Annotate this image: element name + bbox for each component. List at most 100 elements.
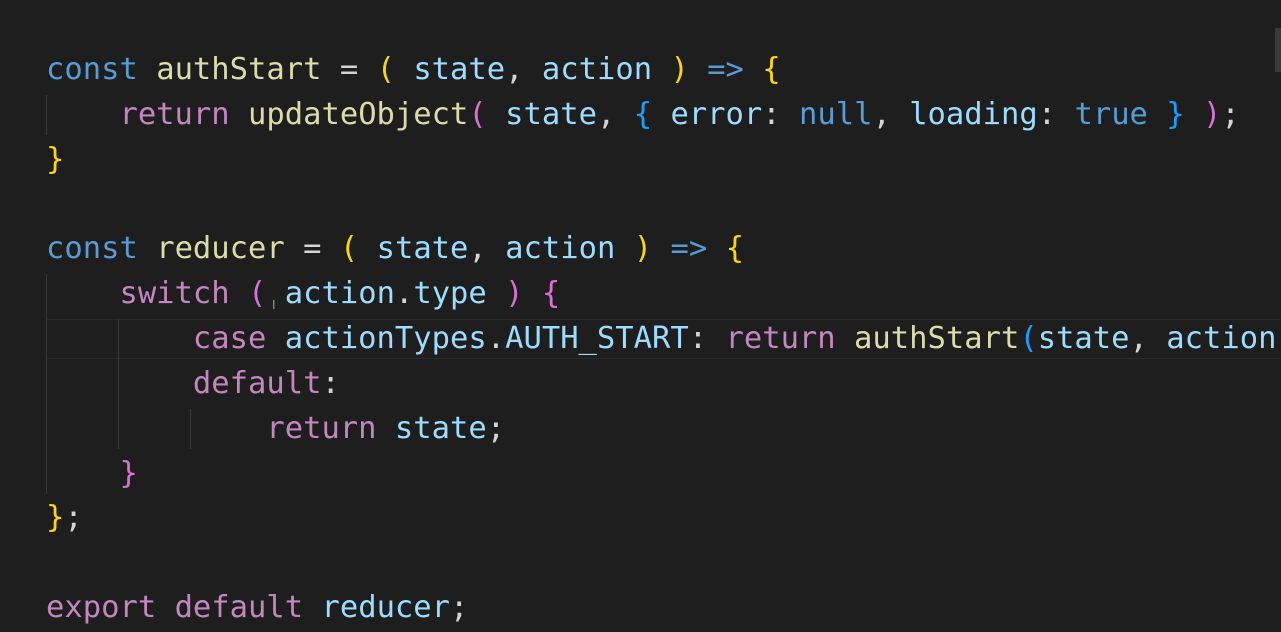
code-token: .: [394, 276, 414, 311]
code-token: state: [1037, 321, 1130, 356]
code-token: ,: [596, 97, 634, 132]
code-token: ,: [505, 52, 542, 87]
code-token: }: [46, 500, 65, 535]
code-token: =>: [670, 231, 708, 266]
code-line[interactable]: case actionTypes.AUTH_START: return auth…: [46, 319, 1281, 359]
code-token: action: [1166, 321, 1277, 356]
code-token: loading: [909, 97, 1038, 132]
code-token: :: [321, 366, 340, 401]
code-token: {: [633, 97, 653, 132]
code-token: ;: [1221, 97, 1240, 132]
code-token: ,: [1129, 321, 1167, 356]
code-token: (: [1019, 321, 1038, 356]
code-line[interactable]: const reducer = ( state, action ) => {: [46, 229, 744, 269]
code-token: }: [119, 456, 138, 491]
code-token: true: [1074, 97, 1148, 132]
code-token: ;: [64, 500, 83, 535]
code-token: updateObject: [248, 97, 469, 132]
code-token: action: [284, 276, 395, 311]
code-token: ,: [468, 231, 506, 266]
code-token: type: [413, 276, 487, 311]
code-token: ;: [486, 411, 506, 446]
code-token: const: [46, 231, 138, 266]
code-token: reducer: [156, 231, 285, 266]
scrollbar-thumb[interactable]: [1275, 28, 1281, 72]
code-token: null: [799, 97, 873, 132]
code-token: .: [486, 321, 506, 356]
code-token: AUTH_START: [505, 321, 689, 356]
code-token: authStart: [156, 52, 322, 87]
code-token: state: [413, 52, 506, 87]
code-token: switch: [119, 276, 230, 311]
code-token: export: [46, 590, 157, 625]
code-line[interactable]: }: [46, 454, 138, 494]
code-token: :: [688, 321, 726, 356]
code-token: ): [505, 276, 524, 311]
code-line[interactable]: return updateObject( state, { error: nul…: [46, 95, 1240, 135]
code-token: (: [468, 97, 487, 132]
code-line[interactable]: return state;: [46, 409, 505, 449]
code-token: =: [284, 231, 340, 266]
code-token: ): [670, 52, 689, 87]
code-token: const: [46, 52, 138, 87]
code-token: }: [46, 142, 65, 177]
code-token: (: [339, 231, 359, 266]
code-token: actionTypes: [284, 321, 487, 356]
code-token: state: [505, 97, 597, 132]
code-editor[interactable]: const authStart = ( state, action ) => {…: [0, 0, 1281, 632]
code-token: {: [762, 52, 781, 87]
code-token: :: [762, 97, 799, 132]
code-token: error: [670, 97, 763, 132]
code-line[interactable]: default:: [46, 364, 340, 404]
code-line[interactable]: switch ( action.type ) {: [46, 274, 560, 314]
code-token: {: [725, 231, 744, 266]
code-token: reducer: [321, 590, 451, 625]
code-token: ;: [450, 590, 469, 625]
code-token: action: [541, 52, 653, 87]
code-token: ,: [872, 97, 910, 132]
code-token: case: [192, 321, 267, 356]
code-line[interactable]: const authStart = ( state, action ) => {: [46, 50, 781, 90]
code-token: =: [321, 52, 377, 87]
code-line[interactable]: };: [46, 498, 83, 538]
code-token: state: [394, 411, 487, 446]
code-token: ): [1203, 97, 1222, 132]
code-token: return: [725, 321, 836, 356]
code-token: (: [248, 276, 267, 311]
code-token: (: [376, 52, 395, 87]
code-token: }: [1166, 97, 1185, 132]
code-token: ): [1276, 321, 1281, 356]
code-token: default: [192, 366, 322, 401]
code-token: return: [266, 411, 377, 446]
code-line[interactable]: export default reducer;: [46, 588, 468, 628]
text-cursor-icon: I: [272, 298, 276, 312]
code-token: state: [376, 231, 469, 266]
code-token: action: [505, 231, 616, 266]
code-token: authStart: [854, 321, 1020, 356]
code-token: :: [1037, 97, 1075, 132]
code-line[interactable]: }: [46, 140, 64, 180]
